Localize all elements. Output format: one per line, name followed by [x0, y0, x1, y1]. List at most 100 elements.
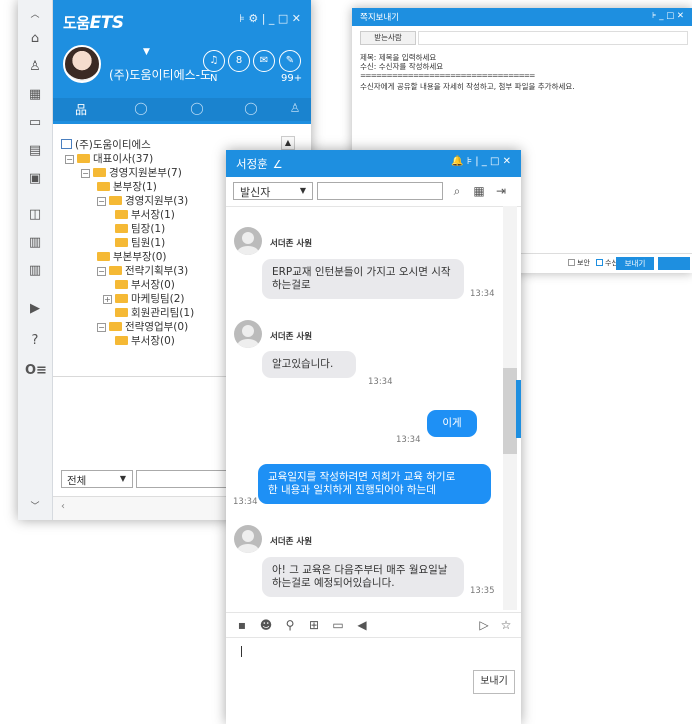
- save-icon[interactable]: ▪: [234, 618, 250, 632]
- note-extra-button[interactable]: [658, 257, 690, 270]
- window-controls[interactable]: 🔔 ⊧ | _ □ ✕: [451, 156, 511, 167]
- message-input-cursor[interactable]: [241, 646, 242, 657]
- tree-item[interactable]: 부본부장(0): [97, 250, 167, 264]
- company-name: (주)도움이티에스-도: [109, 68, 212, 82]
- filter-select[interactable]: 전체 ▼: [61, 470, 133, 488]
- pen-icon[interactable]: ✎: [279, 50, 301, 72]
- collapse-icon[interactable]: −: [97, 197, 106, 206]
- folder-icon: [109, 322, 122, 331]
- avatar: [234, 320, 262, 348]
- export-icon[interactable]: ⇥: [492, 182, 510, 200]
- avatar: [234, 227, 262, 255]
- note-title: 쪽지보내기: [360, 13, 400, 23]
- home-icon[interactable]: ⌂: [25, 30, 45, 48]
- folder-icon[interactable]: ▭: [25, 114, 45, 132]
- tree-item[interactable]: − 전략기획부(3): [97, 264, 188, 278]
- tab-org-chart-icon[interactable]: 品: [61, 101, 101, 121]
- recipient-button[interactable]: 받는사람: [360, 31, 416, 45]
- tab-chat-icon[interactable]: ◯: [121, 101, 161, 121]
- scrollbar-thumb[interactable]: [503, 368, 517, 454]
- company-icon: [61, 139, 72, 149]
- recipient-input[interactable]: [418, 31, 688, 45]
- avatar[interactable]: [63, 45, 101, 83]
- chat-search-input[interactable]: [317, 182, 443, 200]
- avatar: [234, 525, 262, 553]
- tree-item[interactable]: 팀장(1): [115, 222, 165, 236]
- org-header: 도움ETS ⊧ ⚙ | _ □ ✕ ▼ (주)도움이티에스-도 ♫ N 8 ✉ …: [53, 0, 311, 98]
- bell-icon[interactable]: ♫: [203, 50, 225, 72]
- mail-icon[interactable]: ✉: [253, 50, 275, 72]
- help-icon[interactable]: ?: [25, 332, 45, 350]
- contacts-icon[interactable]: 8: [228, 50, 250, 72]
- chevron-down-icon: ▼: [119, 474, 126, 483]
- expand-icon[interactable]: +: [103, 295, 112, 304]
- collapse-icon[interactable]: −: [65, 155, 74, 164]
- message-text: ERP교재 인턴분들이 가지고 오시면 시작: [272, 266, 451, 278]
- message-text: 교육일지를 작성하려면 저희가 교육 하기로: [268, 471, 456, 483]
- screen-icon[interactable]: ▭: [330, 618, 346, 632]
- edit-icon[interactable]: ∠: [273, 158, 283, 171]
- folder-icon: [115, 224, 128, 233]
- invite-user-icon[interactable]: ⚲: [282, 618, 298, 632]
- collapse-icon[interactable]: −: [81, 169, 90, 178]
- sender-name: 서더존 사원: [270, 537, 313, 547]
- report-icon[interactable]: ▥: [25, 234, 45, 252]
- tab-my-icon[interactable]: ♙: [275, 101, 311, 121]
- folder-icon: [109, 266, 122, 275]
- capture-icon[interactable]: ⊞: [306, 618, 322, 632]
- tree-item[interactable]: 부서장(0): [115, 334, 175, 348]
- chevron-left-icon[interactable]: ‹: [61, 501, 65, 512]
- more-menu-icon[interactable]: O≡: [25, 362, 47, 380]
- tree-item[interactable]: (주)도움이티에스: [61, 138, 151, 152]
- checkbox-icon[interactable]: [568, 259, 575, 266]
- folder-icon: [97, 252, 110, 261]
- tree-item[interactable]: − 전략영업부(0): [97, 320, 188, 334]
- folder-icon[interactable]: ▷: [476, 618, 492, 632]
- body-hint: 수신자에게 공유할 내용을 자세히 작성하고, 첨부 파일을 추가하세요.: [360, 82, 575, 91]
- document-icon[interactable]: ▣: [25, 170, 45, 188]
- secure-option[interactable]: 보안: [568, 258, 590, 268]
- notice-icon[interactable]: ◀: [354, 618, 370, 632]
- calendar-icon[interactable]: ▦: [470, 182, 488, 200]
- tree-item[interactable]: 회원관리팀(1): [115, 306, 194, 320]
- message-bubble: 알고있습니다.: [262, 351, 356, 378]
- tree-item[interactable]: 부서장(1): [115, 208, 175, 222]
- note-send-button[interactable]: 보내기: [616, 257, 654, 270]
- chat-window: 서정훈 ∠ 🔔 ⊧ | _ □ ✕ 발신자 ▼ ⌕ ▦ ⇥ 서더존 사원 ERP교재…: [226, 150, 521, 724]
- clipboard-icon[interactable]: ▤: [25, 142, 45, 160]
- chat-title: 서정훈: [236, 157, 268, 171]
- star-icon[interactable]: ☆: [498, 618, 514, 632]
- user-icon[interactable]: ♙: [25, 58, 45, 76]
- tree-item[interactable]: − 경영지원본부(7): [81, 166, 182, 180]
- window-controls[interactable]: ⊧ ⚙ | _ □ ✕: [239, 12, 301, 25]
- folder-icon: [115, 238, 128, 247]
- checkbox-checked-icon[interactable]: [596, 259, 603, 266]
- report2-icon[interactable]: ▥: [25, 262, 45, 280]
- send-button[interactable]: 보내기: [473, 670, 515, 694]
- tree-item[interactable]: − 대표이사(37): [65, 152, 153, 166]
- chevron-down-icon[interactable]: ﹀: [25, 498, 45, 516]
- status-caret-icon[interactable]: ▼: [143, 47, 150, 57]
- tree-item[interactable]: + 마케팅팀(2): [103, 292, 185, 306]
- tab-room-icon[interactable]: ◯: [177, 101, 217, 121]
- emoji-icon[interactable]: ☻: [258, 618, 274, 632]
- play-icon[interactable]: ▶: [25, 300, 45, 318]
- tree-item[interactable]: 본부장(1): [97, 180, 157, 194]
- search-icon[interactable]: ⌕: [448, 182, 466, 200]
- tree-item[interactable]: 부서장(0): [115, 278, 175, 292]
- window-controls[interactable]: ⊧ _ □ ✕: [652, 11, 684, 21]
- collapse-icon[interactable]: −: [97, 267, 106, 276]
- message-time: 13:34: [396, 435, 421, 445]
- tree-item[interactable]: 팀원(1): [115, 236, 165, 250]
- side-panel-toggle[interactable]: [516, 380, 521, 438]
- sender-select[interactable]: 발신자 ▼: [233, 182, 313, 200]
- calendar-icon[interactable]: ▦: [25, 86, 45, 104]
- tree-item[interactable]: − 경영지원부(3): [97, 194, 188, 208]
- scroll-up-button[interactable]: ▲: [281, 136, 295, 150]
- chevron-up-icon[interactable]: ︿: [25, 6, 45, 24]
- board-icon[interactable]: ◫: [25, 206, 45, 224]
- org-search-input[interactable]: [136, 470, 236, 488]
- folder-icon: [115, 210, 128, 219]
- tab-group-icon[interactable]: ◯: [231, 101, 271, 121]
- collapse-icon[interactable]: −: [97, 323, 106, 332]
